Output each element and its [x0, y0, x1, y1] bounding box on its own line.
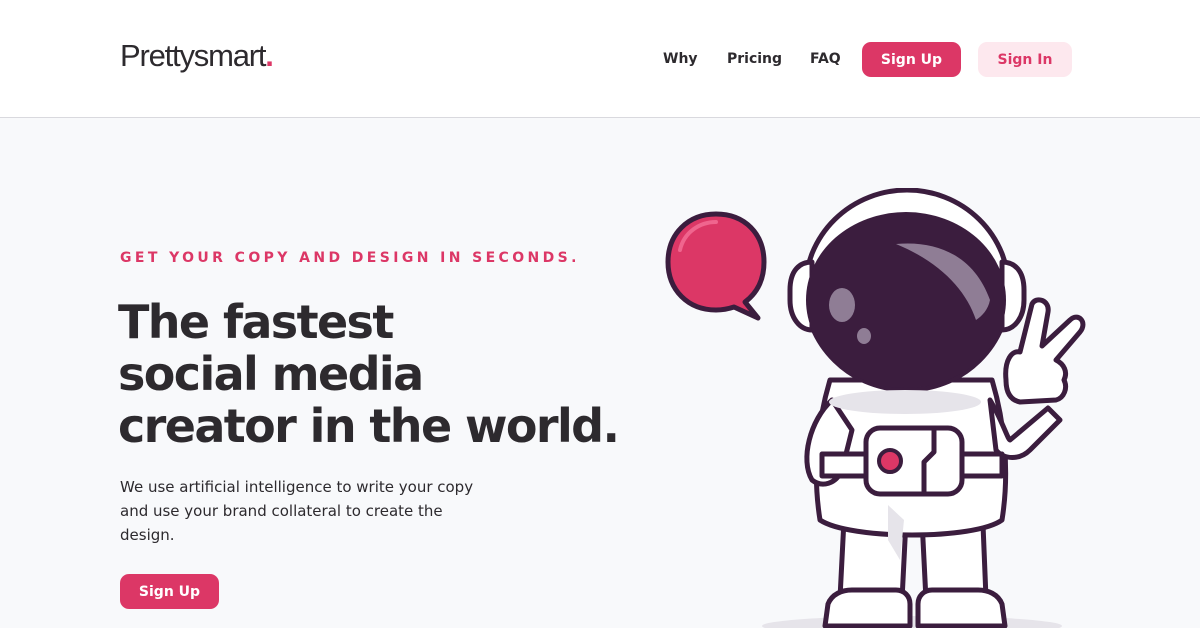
hero-sign-up-button[interactable]: Sign Up	[120, 574, 219, 609]
nav-link-why[interactable]: Why	[663, 51, 698, 67]
astronaut-illustration	[665, 188, 1086, 628]
main-nav: Why Pricing FAQ Sign Up Sign In	[0, 42, 1200, 77]
nav-link-pricing[interactable]: Pricing	[727, 51, 782, 67]
header-sign-in-button[interactable]: Sign In	[978, 42, 1072, 77]
nav-link-faq[interactable]: FAQ	[810, 51, 841, 67]
hero-eyebrow: GET YOUR COPY AND DESIGN IN SECONDS.	[120, 250, 580, 266]
hero-headline: The fastest social media creator in the …	[118, 296, 638, 452]
headline-line-3: creator in the world.	[118, 399, 620, 453]
speech-bubble-icon	[665, 211, 767, 321]
site-header: Prettysmart. Why Pricing FAQ Sign Up Sig…	[0, 0, 1200, 118]
headline-line-2: social media	[118, 347, 424, 401]
header-sign-up-button[interactable]: Sign Up	[862, 42, 961, 77]
hero-section: GET YOUR COPY AND DESIGN IN SECONDS. The…	[0, 118, 1200, 628]
headline-line-1: The fastest	[118, 295, 394, 349]
hero-subtext: We use artificial intelligence to write …	[120, 478, 474, 544]
chest-button-icon	[877, 448, 903, 474]
